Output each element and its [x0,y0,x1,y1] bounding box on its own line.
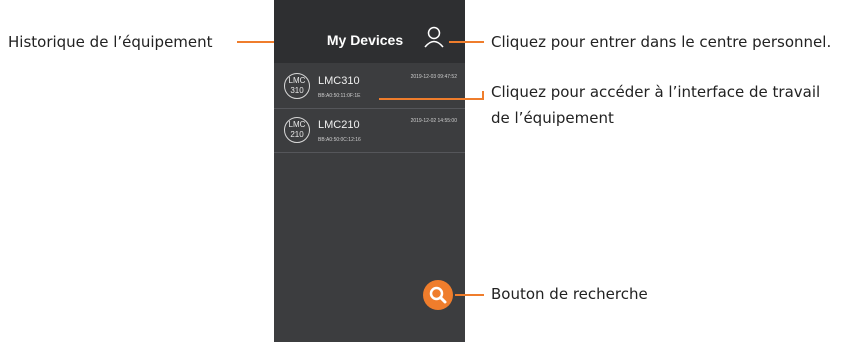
callout-personal-line [449,41,484,43]
callout-history: Historique de l’équipement [8,33,213,51]
callout-work-line [379,98,484,100]
badge-number: 310 [290,86,304,95]
device-row[interactable]: LMC 210 LMC210 BB:A0:50:0C:12:16 2019-12… [274,109,465,153]
device-timestamp: 2019-12-02 14:55:00 [410,118,457,124]
device-row[interactable]: LMC 310 LMC310 BB:A0:50:11:0F:1E 2019-12… [274,65,465,109]
badge-number: 210 [290,130,304,139]
search-button[interactable] [423,280,453,310]
search-icon [429,286,447,304]
device-name: LMC210 [318,119,360,131]
callout-work-vline [482,91,484,100]
badge-model: LMC [288,76,306,85]
device-badge: LMC 210 [284,117,310,143]
phone-screen: My Devices LMC 310 LMC310 BB:A0:50:11:0F… [274,0,465,342]
callout-personal-center: Cliquez pour entrer dans le centre perso… [491,33,832,51]
device-timestamp: 2019-12-03 09:47:52 [410,74,457,80]
device-mac: BB:A0:50:0C:12:16 [318,137,361,143]
callout-work-interface-1: Cliquez pour accéder à l’interface de tr… [491,83,821,101]
device-badge: LMC 310 [284,73,310,99]
device-mac: BB:A0:50:11:0F:1E [318,93,361,99]
badge-model: LMC [288,120,306,129]
user-icon[interactable] [423,26,445,48]
callout-work-interface-2: de l’équipement [491,109,614,127]
app-header: My Devices [274,0,465,63]
callout-search-line [455,294,484,296]
device-name: LMC310 [318,75,360,87]
callout-search: Bouton de recherche [491,285,648,303]
page-title: My Devices [326,32,404,48]
